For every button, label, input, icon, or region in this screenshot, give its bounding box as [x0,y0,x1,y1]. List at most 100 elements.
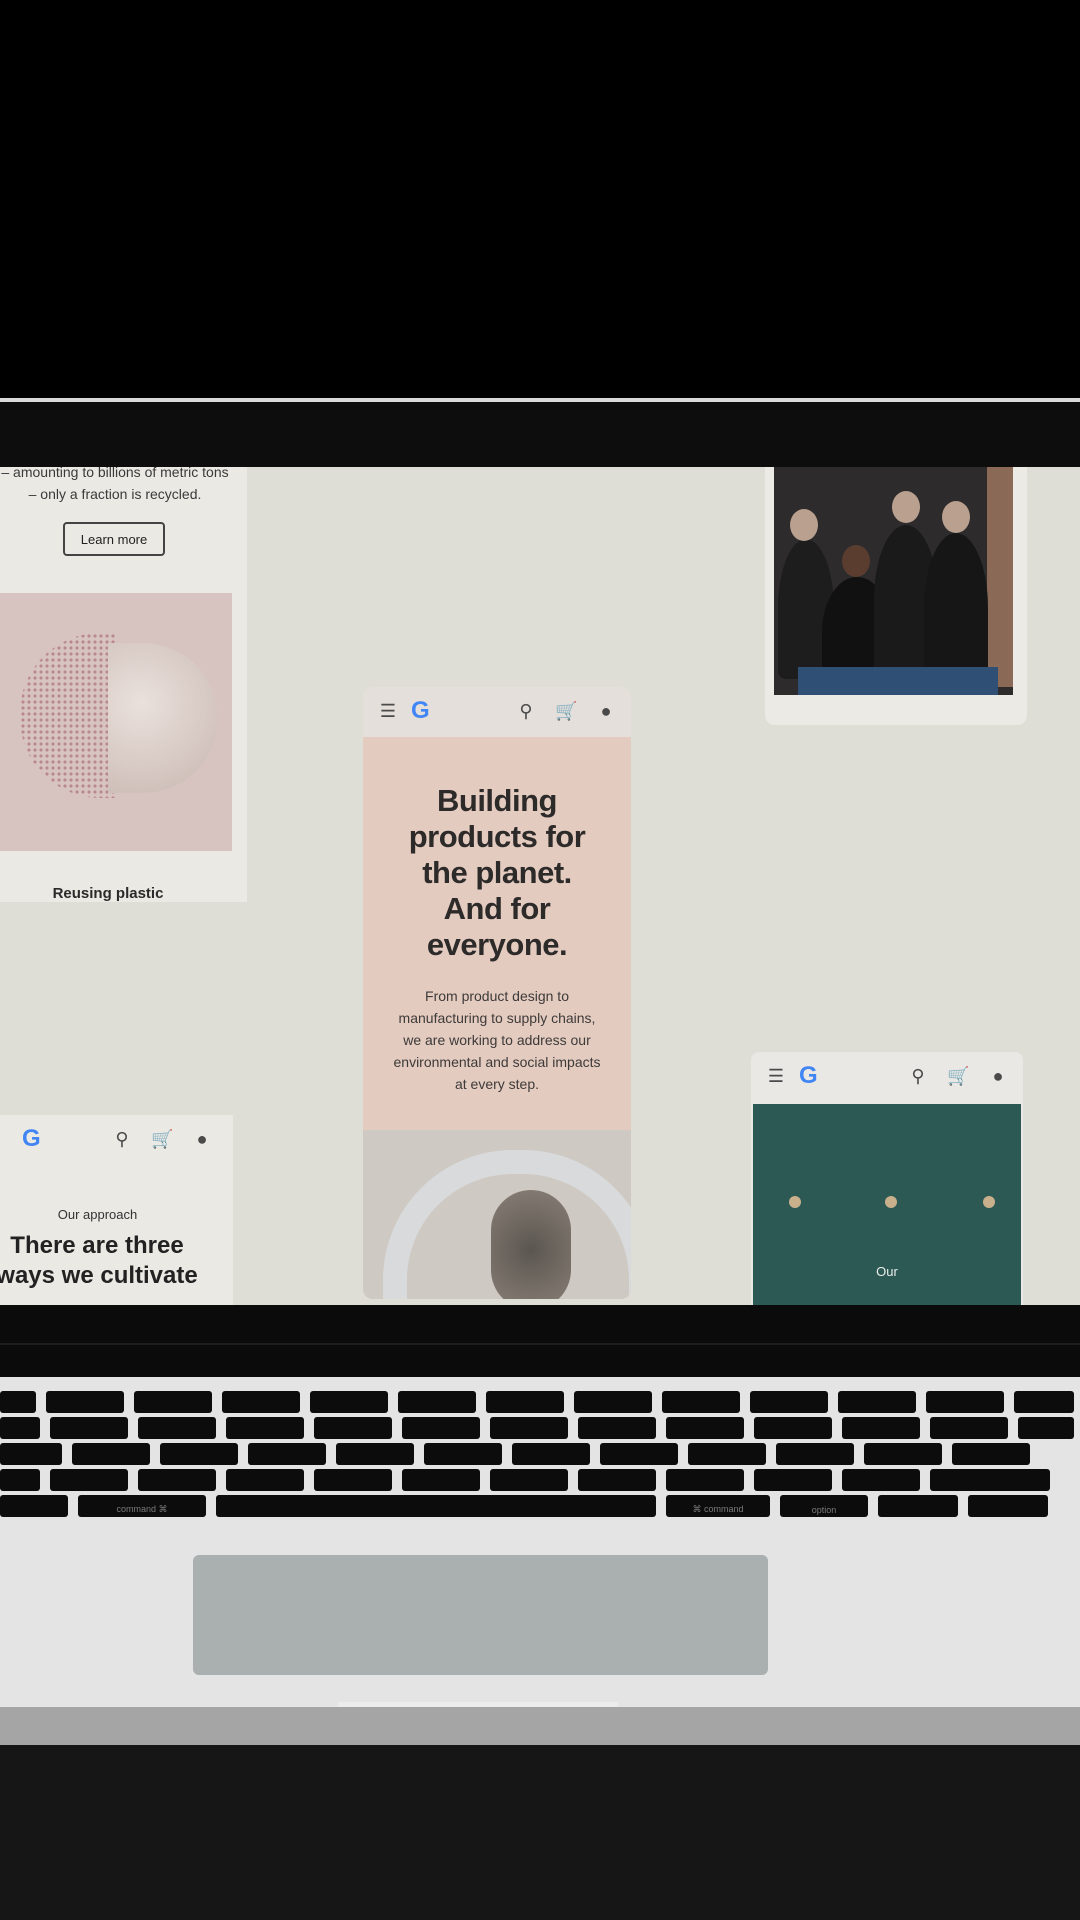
key[interactable] [138,1417,216,1439]
subtext-line: From product design to [425,988,569,1004]
arrow-down-key[interactable] [968,1495,1048,1517]
team-photo [774,467,1013,695]
key[interactable] [402,1417,480,1439]
team-photo-card [765,467,1027,725]
space-bar[interactable] [216,1495,656,1517]
hero-headline: Building products for the planet. And fo… [363,783,631,963]
google-logo-icon[interactable]: G [411,697,430,725]
key[interactable] [0,1495,68,1517]
key[interactable] [750,1391,828,1413]
title-line: There are three [10,1232,184,1259]
key[interactable] [46,1391,124,1413]
approach-eyebrow: Our approach [57,1207,138,1222]
recycling-copy: – amounting to billions of metric tons –… [0,467,230,505]
key[interactable] [134,1391,212,1413]
key[interactable] [336,1443,414,1465]
key[interactable] [1018,1417,1074,1439]
key[interactable] [838,1391,916,1413]
option-key[interactable]: option [780,1495,868,1517]
key[interactable] [662,1391,740,1413]
laptop-bottom-bezel [0,1305,1080,1377]
key[interactable] [1014,1391,1074,1413]
key[interactable] [248,1443,326,1465]
google-logo-icon[interactable]: G [799,1062,818,1090]
key[interactable] [0,1469,40,1491]
key[interactable] [930,1417,1008,1439]
right-command-key[interactable]: ⌘ command [666,1495,770,1517]
key[interactable] [0,1417,40,1439]
key[interactable] [490,1469,568,1491]
subtext-line: at every step. [454,1076,540,1092]
key[interactable] [226,1417,304,1439]
key[interactable] [842,1469,920,1491]
keyboard-row: command ⌘ ⌘ command option [0,1495,1048,1517]
reusing-plastic-caption: Reusing plastic [52,885,164,902]
key[interactable] [926,1391,1004,1413]
key[interactable] [50,1417,128,1439]
headline-line: And for [443,891,551,926]
key[interactable] [0,1391,36,1413]
key[interactable] [50,1469,128,1491]
cart-icon[interactable]: 🛒 [151,1129,173,1150]
key[interactable] [512,1443,590,1465]
key[interactable] [402,1469,480,1491]
key[interactable] [424,1443,502,1465]
account-icon[interactable]: ● [987,1066,1009,1087]
keyboard-row [0,1443,1030,1465]
key[interactable] [138,1469,216,1491]
key[interactable] [226,1469,304,1491]
key[interactable] [578,1417,656,1439]
person-head [942,501,970,533]
header-actions: ⚲ 🛒 ● [111,1129,213,1150]
key[interactable] [754,1469,832,1491]
key[interactable] [574,1391,652,1413]
key[interactable] [310,1391,388,1413]
search-icon[interactable]: ⚲ [515,701,537,722]
key[interactable] [776,1443,854,1465]
laptop-front-edge [0,1707,1080,1745]
wall-knob [885,1196,897,1208]
key[interactable] [314,1417,392,1439]
learn-more-button[interactable]: Learn more [63,522,165,556]
key[interactable] [490,1417,568,1439]
key[interactable] [952,1443,1030,1465]
search-icon[interactable]: ⚲ [907,1066,929,1087]
our-approach-card: G ⚲ 🛒 ● Our approach There are three way… [0,1115,233,1305]
teal-eyebrow: Our [876,1264,898,1279]
menu-icon[interactable]: ☰ [765,1066,787,1087]
left-command-key[interactable]: command ⌘ [78,1495,206,1517]
key[interactable] [314,1469,392,1491]
photo-floor [798,667,998,695]
key[interactable] [754,1417,832,1439]
key[interactable] [486,1391,564,1413]
laptop-top-bezel [0,402,1080,467]
key[interactable] [72,1443,150,1465]
account-icon[interactable]: ● [595,701,617,722]
key[interactable] [398,1391,476,1413]
key[interactable] [842,1417,920,1439]
key[interactable] [666,1469,744,1491]
cart-icon[interactable]: 🛒 [947,1066,969,1087]
key[interactable] [600,1443,678,1465]
headline-line: everyone. [426,927,568,962]
laptop-keyboard-deck: command ⌘ ⌘ command option [0,1377,1080,1726]
key[interactable] [666,1417,744,1439]
key[interactable] [578,1469,656,1491]
key[interactable] [930,1469,1050,1491]
key[interactable] [864,1443,942,1465]
cart-icon[interactable]: 🛒 [555,701,577,722]
google-logo-icon[interactable]: G [22,1125,41,1153]
bottom-dark-area [0,1745,1080,1920]
key[interactable] [222,1391,300,1413]
key[interactable] [688,1443,766,1465]
key[interactable] [160,1443,238,1465]
key[interactable] [0,1443,62,1465]
menu-icon[interactable]: ☰ [377,701,399,722]
laptop-screen: – amounting to billions of metric tons –… [0,467,1080,1305]
person-head [790,509,818,541]
plastic-recycling-card: – amounting to billions of metric tons –… [0,467,247,902]
account-icon[interactable]: ● [191,1129,213,1150]
search-icon[interactable]: ⚲ [111,1129,133,1150]
arrow-left-key[interactable] [878,1495,958,1517]
trackpad[interactable] [193,1555,768,1675]
